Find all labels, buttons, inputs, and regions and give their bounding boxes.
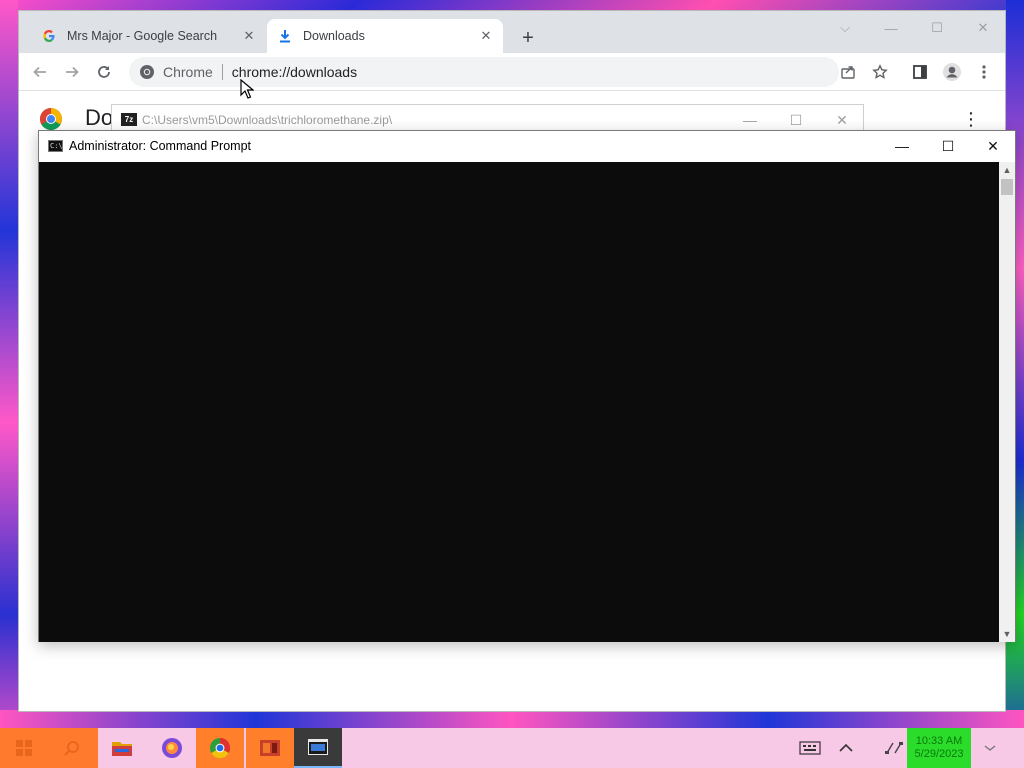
back-arrow-icon[interactable] <box>25 57 55 87</box>
file-explorer-icon[interactable] <box>98 728 146 768</box>
keyboard-icon[interactable] <box>798 736 822 760</box>
console-area[interactable] <box>39 162 1000 642</box>
tab-title: Downloads <box>303 29 365 43</box>
tab-strip: Mrs Major - Google Search ✕ Downloads ✕ … <box>19 11 1005 53</box>
google-g-icon <box>41 28 57 44</box>
side-panel-icon[interactable] <box>905 57 935 87</box>
close-icon[interactable]: ✕ <box>238 25 260 47</box>
desktop-glitch-stripe <box>0 0 18 768</box>
url-text[interactable]: chrome://downloads <box>232 64 357 80</box>
cmd-title-bar[interactable]: C:\ Administrator: Command Prompt — ☐ ✕ <box>39 131 1015 162</box>
address-bar[interactable]: Chrome chrome://downloads <box>129 57 839 87</box>
cmd-taskbar-icon[interactable] <box>294 728 342 768</box>
chevron-up-icon[interactable] <box>834 736 858 760</box>
windows-logo-icon <box>16 740 32 756</box>
new-tab-button[interactable]: + <box>515 25 541 51</box>
search-icon[interactable] <box>48 728 96 768</box>
scroll-down-icon[interactable]: ▼ <box>999 626 1015 642</box>
firefox-icon[interactable] <box>148 728 196 768</box>
taskbar: 10:33 AM 5/29/2023 <box>0 728 1024 768</box>
show-desktop-chevron-icon[interactable] <box>978 736 1002 760</box>
tab-search-chevron-icon[interactable]: ⌵ <box>823 15 867 41</box>
close-window-icon[interactable]: ✕ <box>961 15 1005 41</box>
share-icon[interactable] <box>833 57 863 87</box>
command-prompt-window: C:\ Administrator: Command Prompt — ☐ ✕ … <box>38 130 1016 642</box>
cmd-icon: C:\ <box>48 140 63 152</box>
7zip-taskbar-icon[interactable] <box>246 728 294 768</box>
scroll-up-icon[interactable]: ▲ <box>999 162 1015 178</box>
minimize-icon[interactable]: — <box>869 15 913 41</box>
omnibox-chip-label: Chrome <box>163 64 213 80</box>
tab-title: Mrs Major - Google Search <box>67 29 218 43</box>
minimize-icon[interactable]: — <box>730 108 770 132</box>
close-icon[interactable]: ✕ <box>822 108 862 132</box>
bookmark-star-icon[interactable] <box>865 57 895 87</box>
omnibox-separator <box>221 64 223 80</box>
start-button[interactable] <box>0 728 48 768</box>
7zip-icon: 7z <box>121 113 137 126</box>
profile-avatar-icon[interactable] <box>937 57 967 87</box>
clock-date: 5/29/2023 <box>914 748 964 760</box>
mouse-cursor-icon <box>240 79 254 99</box>
reload-icon[interactable] <box>89 57 119 87</box>
chrome-logo-icon <box>39 107 63 131</box>
scrollbar-thumb[interactable] <box>1001 179 1013 195</box>
tab-google-search[interactable]: Mrs Major - Google Search ✕ <box>31 19 266 53</box>
taskbar-clock[interactable]: 10:33 AM 5/29/2023 <box>907 728 971 768</box>
maximize-icon[interactable]: ☐ <box>776 108 816 132</box>
7zip-window-title: C:\Users\vm5\Downloads\trichloromethane.… <box>142 113 393 127</box>
network-icon[interactable] <box>882 736 906 760</box>
browser-toolbar: Chrome chrome://downloads <box>19 53 1005 91</box>
vertical-scrollbar[interactable]: ▲ ▼ <box>999 162 1015 642</box>
cmd-window-title: Administrator: Command Prompt <box>69 139 252 153</box>
minimize-icon[interactable]: — <box>879 131 925 161</box>
chrome-icon <box>139 64 155 80</box>
tab-downloads[interactable]: Downloads ✕ <box>267 19 503 53</box>
forward-arrow-icon[interactable] <box>57 57 87 87</box>
chrome-taskbar-icon[interactable] <box>196 728 244 768</box>
close-icon[interactable]: ✕ <box>475 25 497 47</box>
kebab-menu-icon[interactable] <box>969 57 999 87</box>
close-icon[interactable]: ✕ <box>970 131 1016 161</box>
maximize-icon[interactable]: ☐ <box>925 131 971 161</box>
clock-time: 10:33 AM <box>915 735 963 747</box>
desktop-glitch-stripe <box>0 710 1024 728</box>
download-icon <box>277 28 293 44</box>
downloads-menu-icon[interactable]: ⋮ <box>959 107 983 131</box>
maximize-icon[interactable]: ☐ <box>915 15 959 41</box>
page-title: Do <box>85 105 114 130</box>
